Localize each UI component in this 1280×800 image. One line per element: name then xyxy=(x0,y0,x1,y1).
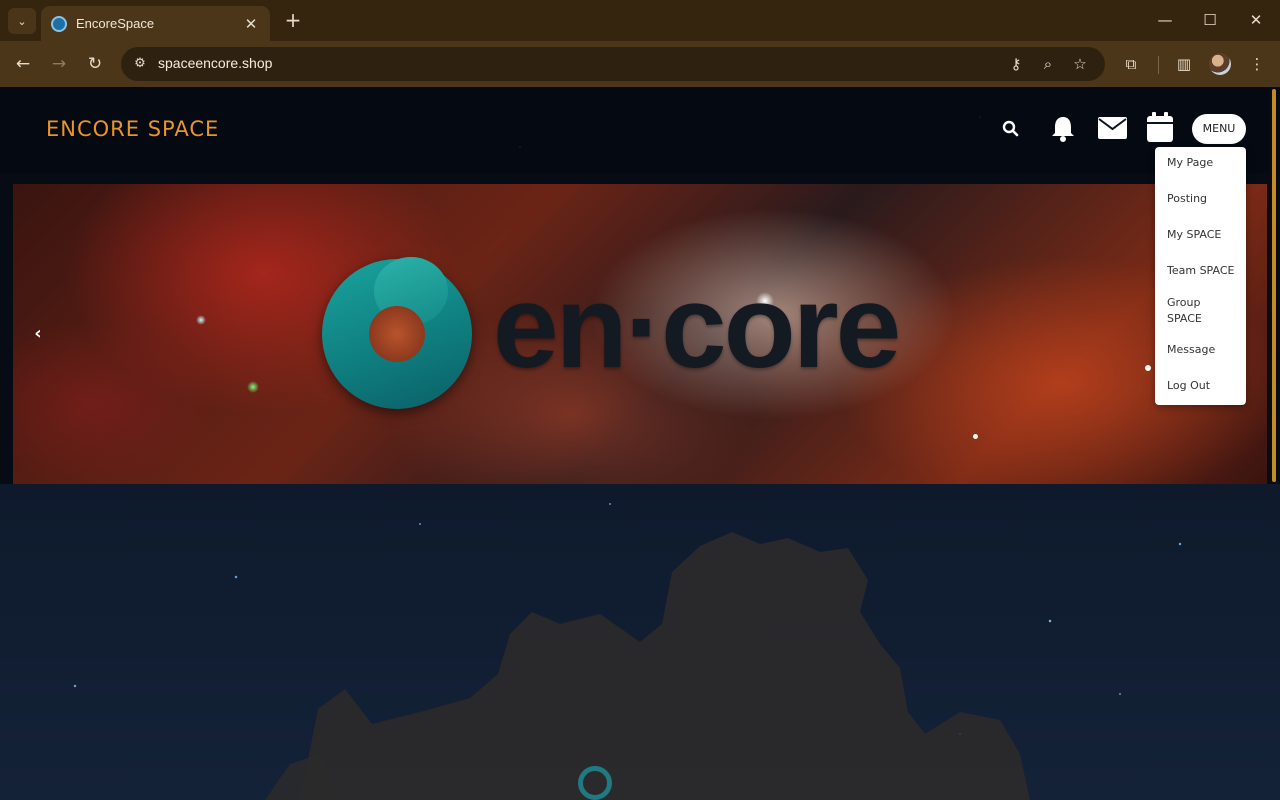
scrollbar-thumb[interactable] xyxy=(1272,89,1276,482)
bell-icon[interactable] xyxy=(1050,115,1076,143)
star-decoration xyxy=(973,434,978,439)
browser-titlebar: ⌄ EncoreSpace ✕ + — ☐ ✕ xyxy=(0,0,1280,41)
menu-item-team-space[interactable]: Team SPACE xyxy=(1167,263,1241,279)
tab-close-icon[interactable]: ✕ xyxy=(242,15,260,33)
menu-item-message[interactable]: Message xyxy=(1167,342,1241,358)
menu-item-my-page[interactable]: My Page xyxy=(1167,155,1241,171)
browser-tab[interactable]: EncoreSpace ✕ xyxy=(41,6,270,41)
side-panel-icon[interactable]: ▥ xyxy=(1173,53,1195,75)
maximize-button[interactable]: ☐ xyxy=(1196,8,1224,32)
menu-button[interactable]: MENU xyxy=(1192,114,1246,144)
menu-item-my-space[interactable]: My SPACE xyxy=(1167,227,1241,243)
page-content: ENCORE SPACE MENU en·core ‹ My Page Post… xyxy=(0,87,1280,800)
calendar-icon[interactable] xyxy=(1147,112,1173,142)
close-window-button[interactable]: ✕ xyxy=(1242,8,1270,32)
encore-logo-mark xyxy=(322,257,472,409)
toolbar-separator xyxy=(1158,56,1159,74)
star-decoration xyxy=(196,315,206,325)
menu-item-log-out[interactable]: Log Out xyxy=(1167,378,1241,394)
site-title[interactable]: ENCORE SPACE xyxy=(46,117,219,141)
continent-silhouette xyxy=(0,484,1280,800)
carousel-prev-chevron-icon[interactable]: ‹ xyxy=(26,322,50,346)
site-header: ENCORE SPACE MENU xyxy=(0,87,1270,173)
address-bar[interactable]: ⚙ spaceencore.shop ⚷ ⌕ ☆ xyxy=(121,47,1105,81)
hero-carousel: en·core ‹ xyxy=(13,184,1267,484)
minimize-button[interactable]: — xyxy=(1151,8,1179,32)
star-decoration xyxy=(1145,365,1151,371)
new-tab-button[interactable]: + xyxy=(282,9,304,31)
reload-icon[interactable]: ↻ xyxy=(83,52,107,76)
menu-item-group-space[interactable]: Group SPACE xyxy=(1167,295,1227,327)
menu-item-posting[interactable]: Posting xyxy=(1167,191,1241,207)
url-text[interactable]: spaceencore.shop xyxy=(158,55,272,71)
browser-menu-icon[interactable]: ⋮ xyxy=(1246,53,1268,75)
encore-logo-text: en·core xyxy=(493,261,901,393)
site-info-icon[interactable]: ⚙ xyxy=(131,55,149,73)
background-map-area xyxy=(0,484,1280,800)
forward-arrow-icon[interactable]: → xyxy=(47,52,71,76)
profile-avatar[interactable] xyxy=(1209,53,1231,75)
tab-search-chevron-icon[interactable]: ⌄ xyxy=(8,8,36,34)
star-decoration xyxy=(247,381,259,393)
mail-icon[interactable] xyxy=(1098,117,1127,139)
extensions-icon[interactable]: ⧉ xyxy=(1120,53,1142,75)
menu-dropdown: My Page Posting My SPACE Team SPACE Grou… xyxy=(1155,147,1246,405)
bookmark-star-icon[interactable]: ☆ xyxy=(1070,55,1090,73)
map-pin-icon[interactable] xyxy=(578,766,612,800)
password-key-icon[interactable]: ⚷ xyxy=(1006,55,1026,73)
tab-title: EncoreSpace xyxy=(76,16,155,31)
zoom-icon[interactable]: ⌕ xyxy=(1038,55,1058,73)
browser-toolbar: ← → ↻ ⚙ spaceencore.shop ⚷ ⌕ ☆ ⧉ ▥ ⋮ xyxy=(0,41,1280,87)
favicon-icon xyxy=(51,15,67,32)
back-arrow-icon[interactable]: ← xyxy=(11,52,35,76)
page-scrollbar[interactable] xyxy=(1270,87,1278,484)
search-icon[interactable] xyxy=(1001,119,1021,139)
